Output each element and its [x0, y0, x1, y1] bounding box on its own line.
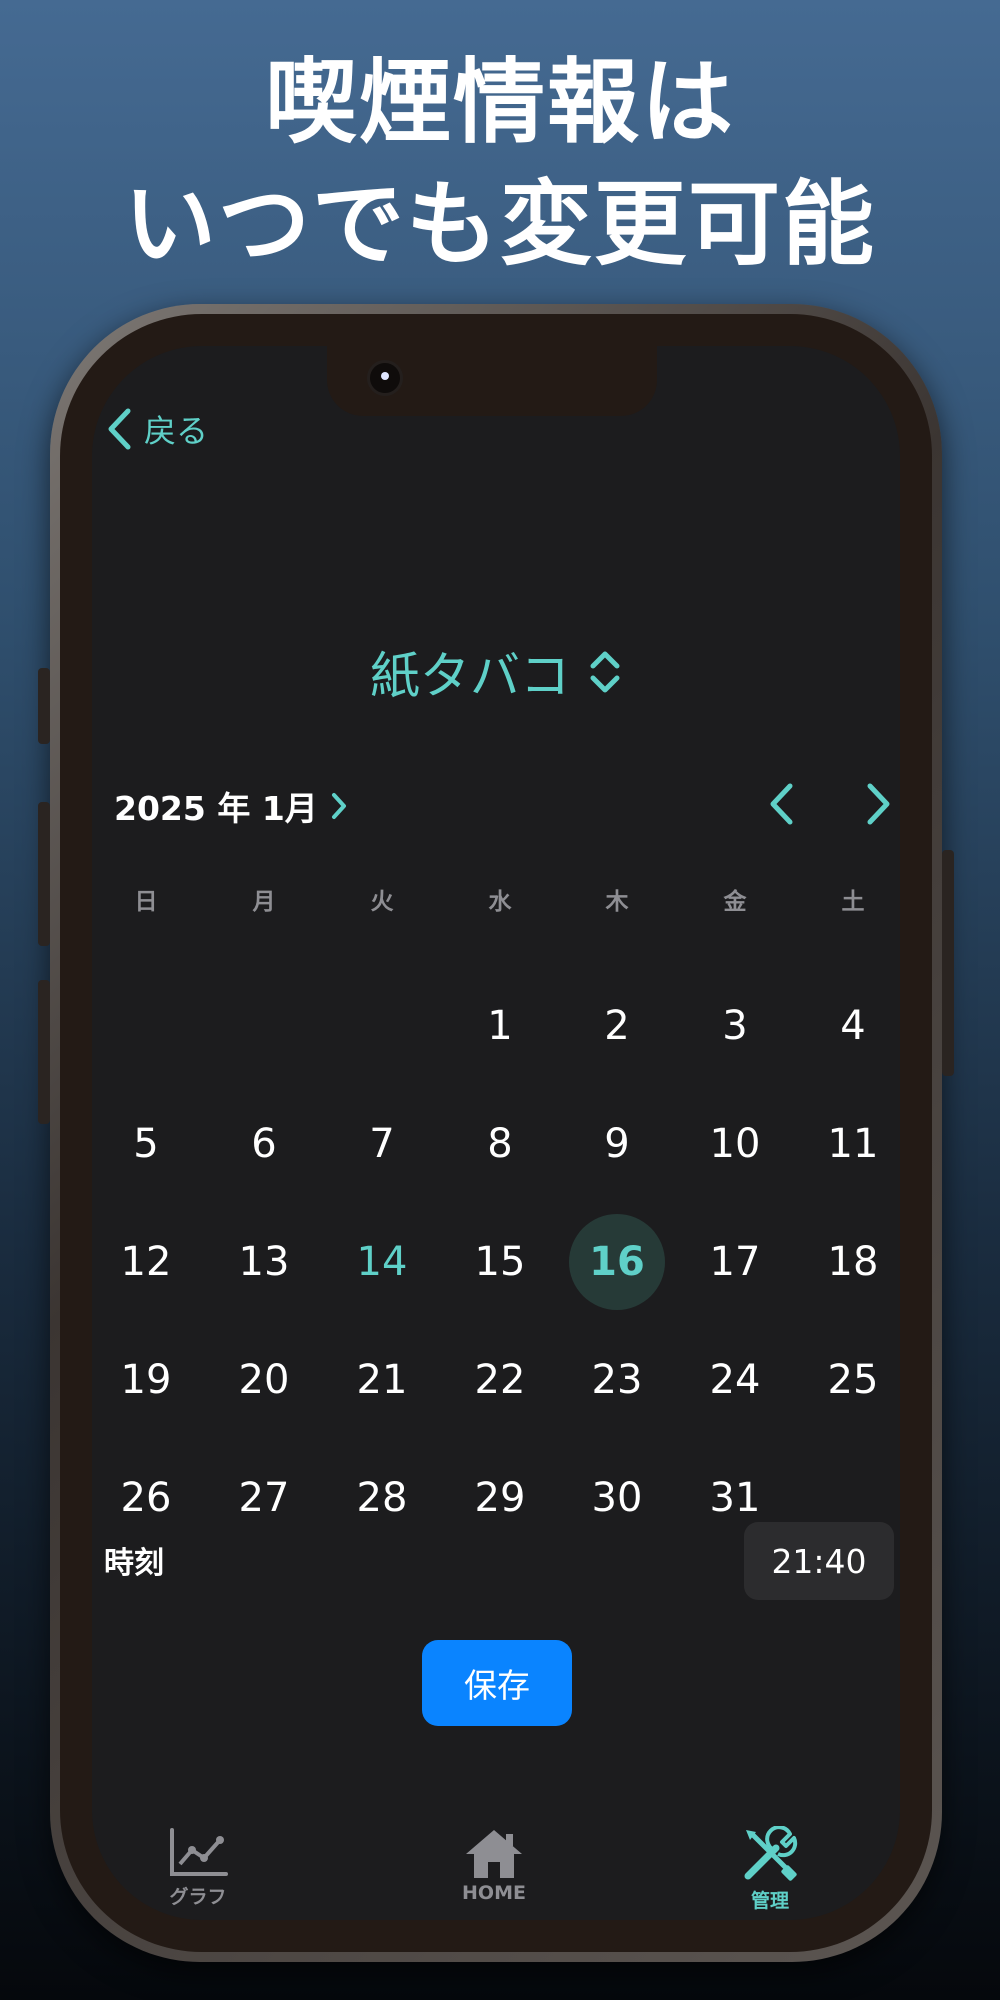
product-selector: 紙タバコ — [92, 636, 900, 708]
phone-screen: 戻る 紙タバコ 2025 年 1月 日 月 火 水 木 金 土 1 2 3 4 … — [92, 346, 900, 1920]
phone-side-button — [38, 802, 50, 946]
calendar-day[interactable]: 18 — [805, 1214, 900, 1310]
back-button[interactable]: 戻る — [106, 406, 208, 452]
tab-home-label: HOME — [462, 1882, 526, 1904]
calendar-day[interactable]: 12 — [98, 1214, 194, 1310]
camera-icon — [367, 360, 403, 396]
calendar-day[interactable]: 24 — [687, 1332, 783, 1428]
chevron-right-small-icon — [331, 793, 346, 819]
calendar-day[interactable]: 26 — [98, 1450, 194, 1546]
weekday-label: 月 — [252, 889, 276, 915]
phone-power-button — [942, 850, 954, 1076]
calendar-day[interactable]: 1 — [452, 978, 548, 1074]
calendar-day[interactable]: 7 — [334, 1096, 430, 1192]
weekday-label: 日 — [134, 889, 158, 915]
back-label: 戻る — [144, 412, 209, 450]
home-icon — [466, 1830, 522, 1878]
calendar-day[interactable]: 13 — [216, 1214, 312, 1310]
calendar-day[interactable]: 11 — [805, 1096, 900, 1192]
calendar-day[interactable]: 17 — [687, 1214, 783, 1310]
calendar-day[interactable]: 10 — [687, 1096, 783, 1192]
weekday-label: 水 — [488, 889, 512, 915]
tab-manage-label: 管理 — [750, 1890, 789, 1912]
phone-side-button — [38, 980, 50, 1124]
calendar-day[interactable]: 3 — [687, 978, 783, 1074]
line-chart-icon — [170, 1828, 228, 1876]
calendar-day[interactable]: 8 — [452, 1096, 548, 1192]
calendar-day[interactable]: 14 — [334, 1214, 430, 1310]
calendar-day[interactable]: 9 — [569, 1096, 665, 1192]
tab-manage[interactable]: 管理 — [690, 1826, 850, 1913]
weekday-label: 金 — [723, 889, 747, 915]
previous-month-button[interactable] — [766, 782, 796, 830]
promo-line-1: 喫煙情報は — [264, 49, 735, 156]
calendar-day[interactable]: 6 — [216, 1096, 312, 1192]
weekday-label: 木 — [605, 889, 629, 915]
next-month-button[interactable] — [864, 782, 894, 830]
tab-bar: グラフ HOME 管理 — [92, 1826, 900, 1920]
calendar-day-selected[interactable]: 16 — [569, 1214, 665, 1310]
calendar-day[interactable]: 19 — [98, 1332, 194, 1428]
product-title: 紙タバコ — [370, 647, 570, 705]
calendar-day[interactable]: 15 — [452, 1214, 548, 1310]
calendar-day[interactable]: 4 — [805, 978, 900, 1074]
promo-headline: 喫煙情報は いつでも変更可能 — [0, 42, 1000, 286]
month-label: 2025 年 1月 — [114, 789, 318, 828]
chevron-left-icon — [770, 783, 793, 825]
calendar-day[interactable]: 20 — [216, 1332, 312, 1428]
tab-graph[interactable]: グラフ — [118, 1826, 278, 1909]
save-button[interactable]: 保存 — [422, 1640, 572, 1726]
calendar-day[interactable]: 23 — [569, 1332, 665, 1428]
weekday-header: 日 月 火 水 木 金 土 — [106, 882, 900, 915]
tab-home[interactable]: HOME — [414, 1826, 574, 1904]
chevron-left-icon — [108, 408, 131, 450]
calendar-day[interactable]: 5 — [98, 1096, 194, 1192]
calendar-day[interactable]: 30 — [569, 1450, 665, 1546]
time-picker[interactable]: 21:40 — [744, 1522, 894, 1600]
time-label: 時刻 — [104, 1546, 164, 1581]
tab-graph-label: グラフ — [169, 1886, 227, 1908]
calendar-day[interactable]: 25 — [805, 1332, 900, 1428]
month-picker-button[interactable]: 2025 年 1月 — [114, 782, 348, 830]
chevron-right-icon — [867, 783, 890, 825]
weekday-label: 土 — [841, 889, 865, 915]
promo-line-2: いつでも変更可能 — [123, 171, 876, 278]
chevron-up-down-icon — [590, 651, 620, 693]
calendar-day[interactable]: 27 — [216, 1450, 312, 1546]
calendar-day[interactable]: 2 — [569, 978, 665, 1074]
notch — [327, 346, 657, 416]
product-picker[interactable]: 紙タバコ — [370, 636, 622, 708]
phone-side-button — [38, 668, 50, 744]
tools-icon — [744, 1826, 798, 1881]
calendar-day[interactable]: 28 — [334, 1450, 430, 1546]
calendar-day[interactable]: 22 — [452, 1332, 548, 1428]
calendar-day[interactable]: 21 — [334, 1332, 430, 1428]
calendar-day[interactable]: 29 — [452, 1450, 548, 1546]
weekday-label: 火 — [370, 889, 394, 915]
